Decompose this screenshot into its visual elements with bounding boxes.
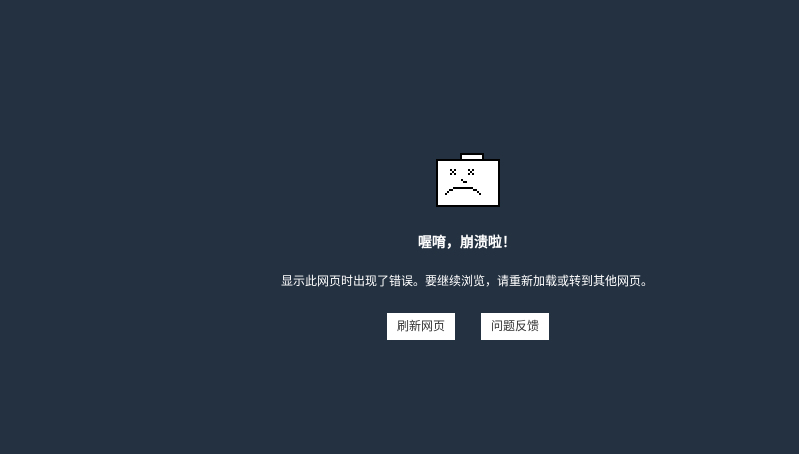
crash-page: 喔唷，崩溃啦！ 显示此网页时出现了错误。要继续浏览，请重新加载或转到其他网页。 … xyxy=(0,0,799,454)
error-message: 显示此网页时出现了错误。要继续浏览，请重新加载或转到其他网页。 xyxy=(280,274,653,288)
sad-folder-icon xyxy=(436,153,500,207)
feedback-button[interactable]: 问题反馈 xyxy=(481,313,549,340)
reload-page-button[interactable]: 刷新网页 xyxy=(387,313,455,340)
error-title: 喔唷，崩溃啦！ xyxy=(418,235,516,251)
